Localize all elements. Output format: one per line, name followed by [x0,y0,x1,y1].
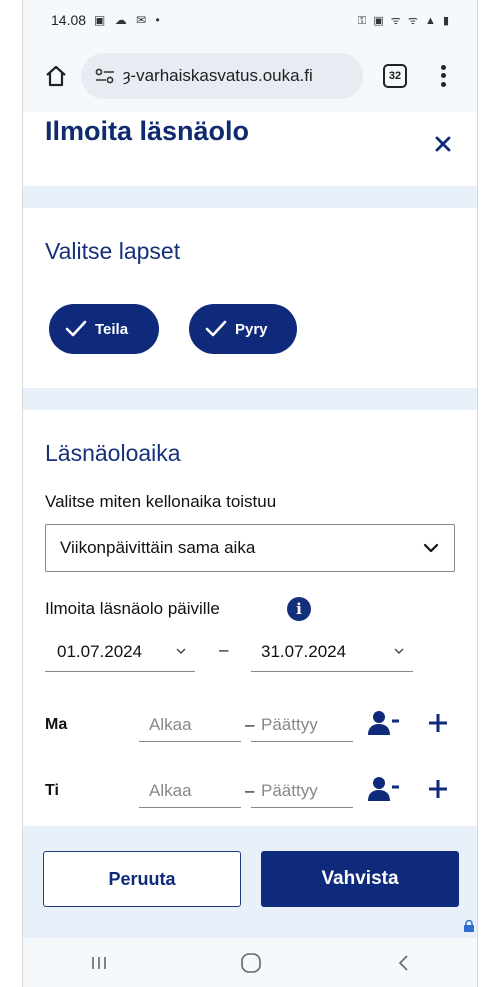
back-icon[interactable] [383,948,423,978]
system-status-icons: ⚿ ▣ ᯤ ᯤ ▲ ▮ [357,14,451,27]
child-chip-teila[interactable]: Teila [49,304,159,354]
attendance-dialog: Ilmoita läsnäolo Valitse lapset Teila Py… [23,112,477,827]
confirm-button[interactable]: Vahvista [261,851,459,907]
recent-apps-icon[interactable] [79,948,119,978]
check-icon [65,320,87,337]
date-to-field[interactable]: 31.07.2024 [251,632,413,672]
chevron-down-icon [423,543,439,553]
attendance-section-title: Läsnäoloaika [45,440,181,466]
home-nav-icon[interactable] [231,948,271,978]
home-icon[interactable] [41,61,71,91]
cancel-button[interactable]: Peruuta [43,851,241,907]
date-range-separator: – [219,640,229,659]
status-bar: 14.08 ▣ ☁ ✉ • ⚿ ▣ ᯤ ᯤ ▲ ▮ [23,0,477,40]
notification-icons: ▣ ☁ ✉ • [94,13,163,27]
dialog-footer: Peruuta Vahvista [23,826,477,938]
url-text: ȝ-varhaiskasvatus.ouka.fi [123,66,313,85]
site-settings-icon[interactable] [95,67,117,85]
browser-toolbar: ȝ-varhaiskasvatus.ouka.fi 32 [23,40,477,112]
system-nav-bar [23,938,477,987]
section-divider [23,388,477,410]
end-time-input-ti[interactable]: Päättyy [251,774,353,808]
child-chip-label: Teila [95,320,129,338]
phone-frame: 14.08 ▣ ☁ ✉ • ⚿ ▣ ᯤ ᯤ ▲ ▮ ȝ-varhaiskasva… [22,0,478,987]
tabs-icon[interactable]: 32 [383,64,407,88]
section-divider [23,186,477,208]
day-label-ma: Ma [45,716,68,733]
repeat-label: Valitse miten kellonaika toistuu [45,492,277,511]
children-section-title: Valitse lapset [45,238,181,264]
start-time-input-ti[interactable]: Alkaa [139,774,241,808]
date-to-value: 31.07.2024 [261,641,347,661]
lock-icon [464,920,474,932]
remove-person-icon[interactable] [367,774,401,804]
close-icon[interactable] [431,132,455,156]
remove-person-icon[interactable] [367,708,401,738]
check-icon [205,320,227,337]
dialog-title: Ilmoita läsnäolo [45,116,250,146]
date-from-field[interactable]: 01.07.2024 [45,632,195,672]
start-time-input-ma[interactable]: Alkaa [139,708,241,742]
repeat-select-value: Viikonpäivittäin sama aika [60,538,256,557]
date-from-value: 01.07.2024 [57,641,143,661]
add-time-icon[interactable] [421,774,455,804]
repeat-select[interactable]: Viikonpäivittäin sama aika [45,524,455,572]
child-chip-pyry[interactable]: Pyry [189,304,297,354]
info-icon[interactable]: i [287,597,311,621]
add-time-icon[interactable] [421,708,455,738]
chevron-down-icon [394,648,404,654]
end-time-input-ma[interactable]: Päättyy [251,708,353,742]
overflow-menu-icon[interactable] [437,63,449,89]
days-label: Ilmoita läsnäolo päiville [45,599,220,618]
chevron-down-icon [176,648,186,654]
day-label-ti: Ti [45,782,59,799]
child-chip-label: Pyry [235,320,268,338]
address-bar[interactable]: ȝ-varhaiskasvatus.ouka.fi [81,53,363,99]
status-time: 14.08 [51,12,87,28]
